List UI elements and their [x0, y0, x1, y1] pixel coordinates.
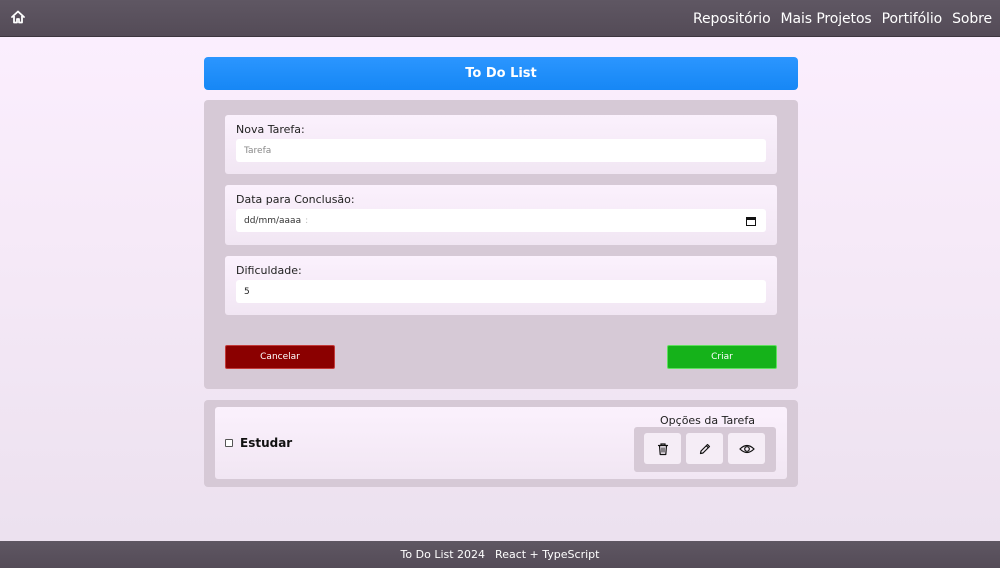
task-name: Estudar [240, 436, 293, 450]
difficulty-field-card: Dificuldade: [225, 256, 777, 315]
trash-icon [657, 442, 668, 455]
difficulty-input[interactable] [236, 280, 766, 303]
nav-links: Repositório Mais Projetos Portifólio Sob… [683, 0, 992, 37]
footer-stack: React + TypeScript [495, 548, 600, 561]
delete-task-button[interactable] [644, 433, 681, 464]
top-navbar: Repositório Mais Projetos Portifólio Sob… [0, 0, 1000, 37]
view-task-button[interactable] [728, 433, 765, 464]
task-input[interactable] [236, 139, 766, 162]
task-item: Estudar Opções da Tarefa [215, 407, 787, 479]
eye-icon [738, 444, 755, 453]
calendar-icon[interactable] [746, 216, 756, 226]
edit-task-button[interactable] [686, 433, 723, 464]
task-checkbox[interactable] [225, 439, 233, 447]
task-options [634, 427, 776, 472]
app-title: To Do List [204, 57, 798, 90]
footer: To Do List 2024 React + TypeScript [0, 541, 1000, 568]
new-task-form: Nova Tarefa: Data para Conclusão: dd/mm/… [204, 100, 798, 389]
due-date-input[interactable]: dd/mm/aaaa : [236, 209, 766, 232]
task-list: Estudar Opções da Tarefa [204, 400, 798, 487]
cancel-button[interactable]: Cancelar [225, 345, 335, 369]
due-date-field-card: Data para Conclusão: dd/mm/aaaa : [225, 185, 777, 245]
nav-link-mais-projetos[interactable]: Mais Projetos [781, 11, 872, 27]
home-icon[interactable] [10, 9, 26, 25]
nav-link-portifolio[interactable]: Portifólio [882, 11, 943, 27]
pencil-icon [699, 443, 710, 454]
due-date-time: : [305, 215, 309, 226]
task-field-card: Nova Tarefa: [225, 115, 777, 174]
task-options-title: Opções da Tarefa [660, 414, 755, 427]
nav-link-sobre[interactable]: Sobre [952, 11, 992, 27]
due-date-field-label: Data para Conclusão: [236, 193, 355, 206]
difficulty-field-label: Dificuldade: [236, 264, 302, 277]
footer-app-name: To Do List 2024 [400, 548, 486, 561]
task-field-label: Nova Tarefa: [236, 123, 305, 136]
nav-link-repositorio[interactable]: Repositório [693, 11, 771, 27]
due-date-format: dd/mm/aaaa [244, 215, 302, 226]
create-button[interactable]: Criar [667, 345, 777, 369]
